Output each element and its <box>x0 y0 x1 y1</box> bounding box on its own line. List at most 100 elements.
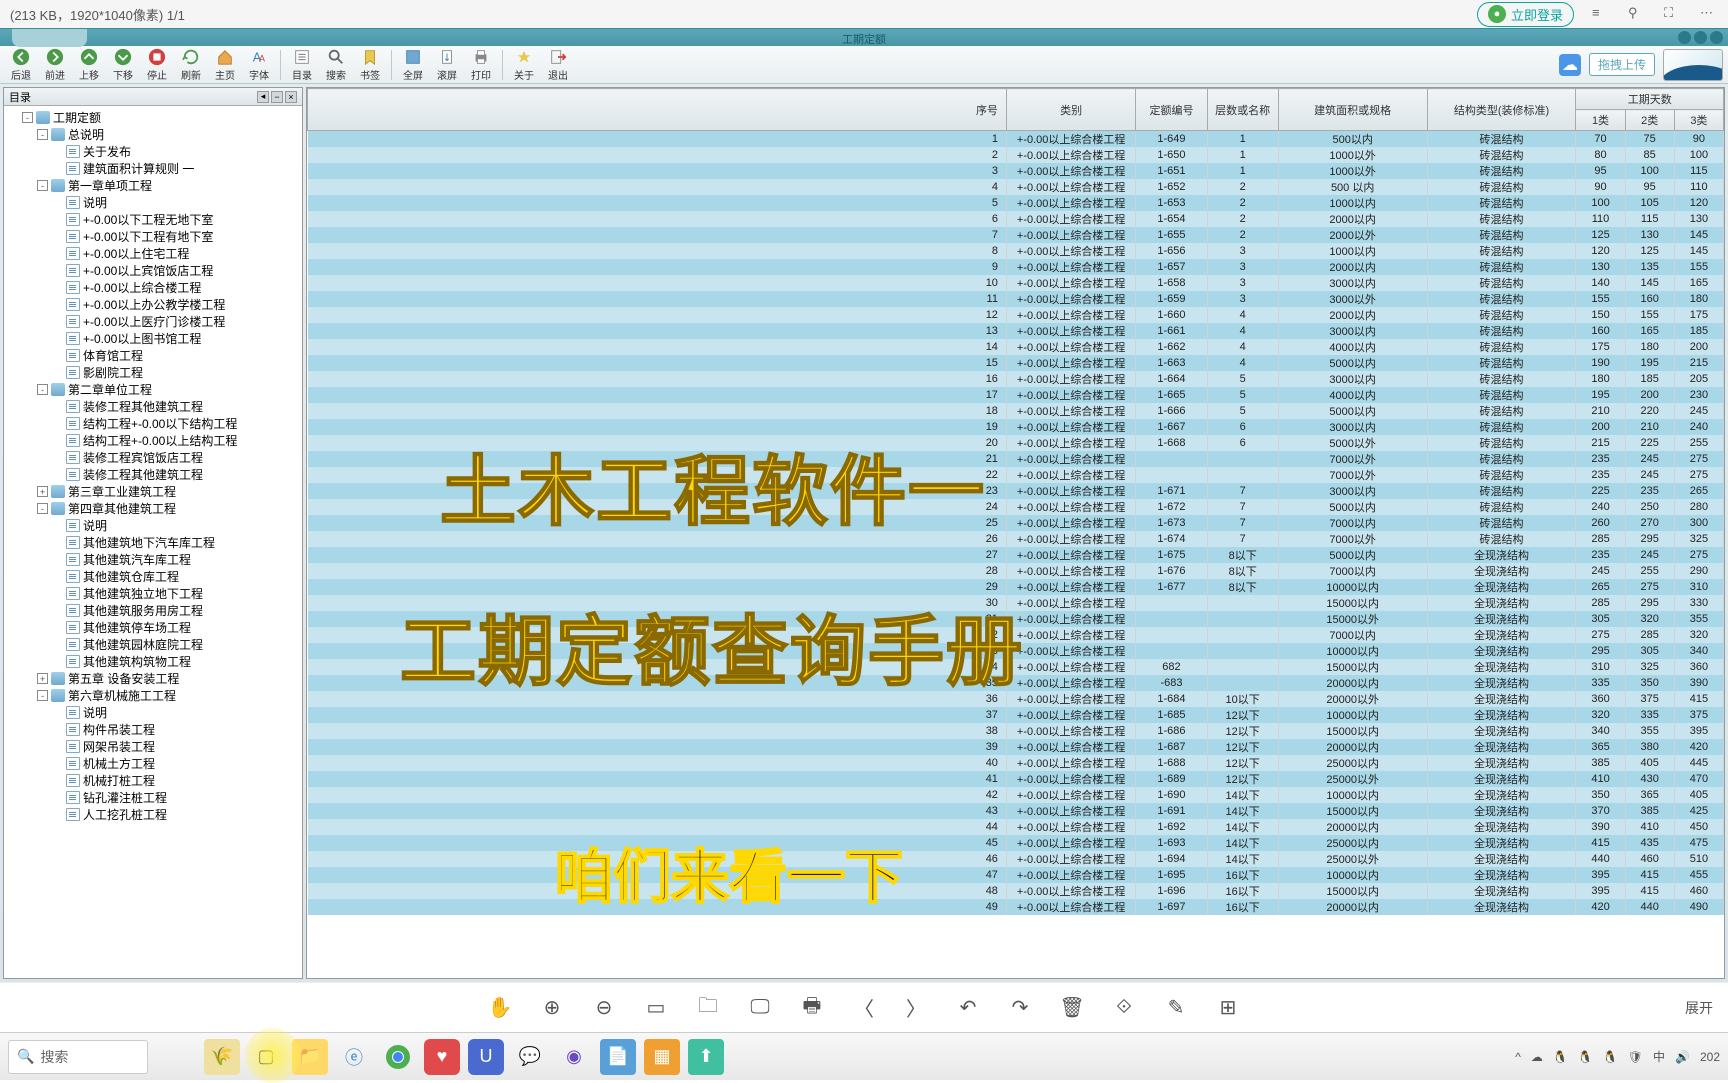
table-row[interactable]: 6+-0.00以上综合楼工程1-65422000以内砖混结构110115130 <box>308 211 1724 227</box>
screen-icon[interactable]: 🖵 <box>748 996 772 1020</box>
tree-node[interactable]: 其他建筑汽车库工程 <box>7 551 299 568</box>
col-code[interactable]: 定额编号 <box>1136 89 1207 131</box>
tree-toggle[interactable]: - <box>22 112 33 123</box>
table-row[interactable]: 7+-0.00以上综合楼工程1-65522000以外砖混结构125130145 <box>308 227 1724 243</box>
table-row[interactable]: 44+-0.00以上综合楼工程1-69214以下20000以内全现浇结构3904… <box>308 819 1724 835</box>
col-d1[interactable]: 1类 <box>1576 110 1625 131</box>
table-row[interactable]: 18+-0.00以上综合楼工程1-66655000以内砖混结构210220245 <box>308 403 1724 419</box>
tree-node[interactable]: 说明 <box>7 517 299 534</box>
table-row[interactable]: 41+-0.00以上综合楼工程1-68912以下25000以外全现浇结构4104… <box>308 771 1724 787</box>
table-row[interactable]: 19+-0.00以上综合楼工程1-66763000以内砖混结构200210240 <box>308 419 1724 435</box>
table-row[interactable]: 17+-0.00以上综合楼工程1-66554000以内砖混结构195200230 <box>308 387 1724 403</box>
tree-node[interactable]: 关于发布 <box>7 143 299 160</box>
print-button[interactable]: 打印 <box>465 47 497 83</box>
data-table-wrap[interactable]: 序号 类别 定额编号 层数或名称 建筑面积或规格 结构类型(装修标准) 工期天数… <box>306 87 1725 979</box>
upload-button[interactable]: 拖拽上传 <box>1589 53 1655 76</box>
rotate-left-icon[interactable]: ↶ <box>956 996 980 1020</box>
tray-qq2-icon[interactable]: 🐧 <box>1578 1050 1593 1064</box>
app-gallery[interactable]: 🌾 <box>204 1039 240 1075</box>
tree-node[interactable]: 机械打桩工程 <box>7 772 299 789</box>
col-seq[interactable]: 序号 <box>308 89 1007 131</box>
tree-node[interactable]: 结构工程+-0.00以下结构工程 <box>7 415 299 432</box>
tree-node[interactable]: 装修工程其他建筑工程 <box>7 398 299 415</box>
col-floor[interactable]: 层数或名称 <box>1207 89 1278 131</box>
table-row[interactable]: 45+-0.00以上综合楼工程1-69314以下25000以内全现浇结构4154… <box>308 835 1724 851</box>
cloud-icon[interactable]: ☁ <box>1559 54 1581 76</box>
tree-toggle[interactable]: - <box>37 180 48 191</box>
tree-node[interactable]: 说明 <box>7 194 299 211</box>
tree-node[interactable]: 其他建筑构筑物工程 <box>7 653 299 670</box>
search-button[interactable]: 搜索 <box>320 47 352 83</box>
tree-node[interactable]: -工期定额 <box>7 109 299 126</box>
expand-label[interactable]: 展开 <box>1685 998 1713 1018</box>
app-wechat[interactable]: 💬 <box>512 1039 548 1075</box>
table-row[interactable]: 26+-0.00以上综合楼工程1-67477000以外砖混结构285295325 <box>308 531 1724 547</box>
table-row[interactable]: 15+-0.00以上综合楼工程1-66345000以内砖混结构190195215 <box>308 355 1724 371</box>
tree-node[interactable]: -第六章机械施工工程 <box>7 687 299 704</box>
col-d3[interactable]: 3类 <box>1674 110 1723 131</box>
system-tray[interactable]: ^ ☁ 🐧 🐧 🐧 🛡 中 🔊 202 <box>1515 1048 1720 1065</box>
rotate-right-icon[interactable]: ↷ <box>1008 996 1032 1020</box>
refresh-button[interactable]: 刷新 <box>175 47 207 83</box>
tree-body[interactable]: -工期定额-总说明关于发布建筑面积计算规则 一-第一章单项工程说明+-0.00以… <box>4 106 302 978</box>
minimize-button[interactable] <box>1678 31 1691 44</box>
tray-ime-icon[interactable]: 中 <box>1653 1048 1665 1065</box>
tree-node[interactable]: 其他建筑独立地下工程 <box>7 585 299 602</box>
tree-node[interactable]: +第三章工业建筑工程 <box>7 483 299 500</box>
tree-node[interactable]: 人工挖孔桩工程 <box>7 806 299 823</box>
tree-node[interactable]: 钻孔灌注桩工程 <box>7 789 299 806</box>
table-row[interactable]: 47+-0.00以上综合楼工程1-69516以下10000以内全现浇结构3954… <box>308 867 1724 883</box>
tree-node[interactable]: +-0.00以上综合楼工程 <box>7 279 299 296</box>
table-row[interactable]: 33+-0.00以上综合楼工程10000以内全现浇结构295305340 <box>308 643 1724 659</box>
tree-node[interactable]: +-0.00以下工程有地下室 <box>7 228 299 245</box>
maximize-button[interactable] <box>1694 31 1707 44</box>
table-row[interactable]: 30+-0.00以上综合楼工程15000以内全现浇结构285295330 <box>308 595 1724 611</box>
app-tab[interactable] <box>12 29 87 47</box>
hand-tool-icon[interactable]: ✋ <box>488 996 512 1020</box>
tree-close-button[interactable]: × <box>285 91 297 103</box>
tree-toggle[interactable]: + <box>37 673 48 684</box>
table-row[interactable]: 14+-0.00以上综合楼工程1-66244000以内砖混结构175180200 <box>308 339 1724 355</box>
table-row[interactable]: 38+-0.00以上综合楼工程1-68612以下15000以内全现浇结构3403… <box>308 723 1724 739</box>
app-notepad[interactable]: 📄 <box>600 1039 636 1075</box>
fullscreen-button[interactable]: 全屏 <box>397 47 429 83</box>
table-row[interactable]: 20+-0.00以上综合楼工程1-66865000以外砖混结构215225255 <box>308 435 1724 451</box>
tree-node[interactable]: +-0.00以下工程无地下室 <box>7 211 299 228</box>
tree-node[interactable]: 装修工程宾馆饭店工程 <box>7 449 299 466</box>
table-row[interactable]: 37+-0.00以上综合楼工程1-68512以下10000以内全现浇结构3203… <box>308 707 1724 723</box>
tree-node[interactable]: 其他建筑服务用房工程 <box>7 602 299 619</box>
app-teal[interactable]: ⬆ <box>688 1039 724 1075</box>
tree-node[interactable]: -第二章单位工程 <box>7 381 299 398</box>
table-row[interactable]: 40+-0.00以上综合楼工程1-68812以下25000以内全现浇结构3854… <box>308 755 1724 771</box>
tree-node[interactable]: +-0.00以上图书馆工程 <box>7 330 299 347</box>
tray-cloud-icon[interactable]: ☁ <box>1531 1050 1543 1064</box>
zoom-out-icon[interactable]: ⊖ <box>592 996 616 1020</box>
about-button[interactable]: 关于 <box>508 47 540 83</box>
exit-button[interactable]: 退出 <box>542 47 574 83</box>
table-row[interactable]: 39+-0.00以上综合楼工程1-68712以下20000以内全现浇结构3653… <box>308 739 1724 755</box>
tree-toggle[interactable]: - <box>37 690 48 701</box>
print-icon[interactable]: 🖶 <box>800 996 824 1020</box>
table-row[interactable]: 13+-0.00以上综合楼工程1-66143000以内砖混结构160165185 <box>308 323 1724 339</box>
tray-shield-icon[interactable]: 🛡 <box>1628 1050 1643 1064</box>
back-button[interactable]: 后退 <box>5 47 37 83</box>
tree-toggle[interactable]: + <box>37 486 48 497</box>
zoom-in-icon[interactable]: ⊕ <box>540 996 564 1020</box>
login-button[interactable]: ● 立即登录 <box>1477 2 1574 27</box>
tree-node[interactable]: 其他建筑仓库工程 <box>7 568 299 585</box>
pin-icon[interactable]: ⚲ <box>1628 5 1646 23</box>
home-button[interactable]: 主页 <box>209 47 241 83</box>
table-row[interactable]: 31+-0.00以上综合楼工程15000以外全现浇结构305320355 <box>308 611 1724 627</box>
tree-toggle[interactable]: - <box>37 129 48 140</box>
tree-toggle[interactable]: - <box>37 503 48 514</box>
table-row[interactable]: 22+-0.00以上综合楼工程7000以外砖混结构235245275 <box>308 467 1724 483</box>
table-row[interactable]: 21+-0.00以上综合楼工程7000以外砖混结构235245275 <box>308 451 1724 467</box>
tree-node[interactable]: 构件吊装工程 <box>7 721 299 738</box>
scroll-button[interactable]: 滚屏 <box>431 47 463 83</box>
table-row[interactable]: 29+-0.00以上综合楼工程1-6778以下10000以内全现浇结构26527… <box>308 579 1724 595</box>
expand-icon[interactable]: ⛶ <box>1664 5 1682 23</box>
table-row[interactable]: 16+-0.00以上综合楼工程1-66453000以内砖混结构180185205 <box>308 371 1724 387</box>
tree-toggle[interactable]: - <box>37 384 48 395</box>
col-area[interactable]: 建筑面积或规格 <box>1278 89 1427 131</box>
tree-node[interactable]: +-0.00以上宾馆饭店工程 <box>7 262 299 279</box>
